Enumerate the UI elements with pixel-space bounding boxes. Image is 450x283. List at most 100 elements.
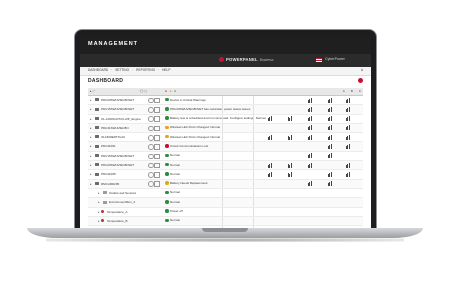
expand-arrow-icon[interactable]: ▸ — [90, 182, 92, 186]
column-divider — [222, 226, 223, 228]
select-checkbox[interactable] — [154, 144, 160, 150]
main-menu: DASHBOARD · SETTING · REPORTING · HELP A — [80, 67, 371, 76]
table-row[interactable]: ▸ OL-1000XLRT2U-ZIP_Engine Battery test is… — [88, 114, 363, 124]
header-icons: ◯ ▢ — [140, 89, 148, 93]
column-divider — [253, 142, 254, 151]
expand-arrow-icon[interactable]: ▸ — [90, 117, 92, 121]
power-icon[interactable] — [148, 172, 154, 178]
menu-right-action[interactable]: A — [361, 68, 363, 72]
device-name[interactable]: PDU20SWHVIEC8FNET — [101, 98, 134, 102]
device-name[interactable]: RMCARD205 — [101, 182, 119, 186]
column-divider — [222, 198, 223, 207]
expand-arrow-icon[interactable]: ▸ — [90, 135, 92, 139]
device-name[interactable]: EnvironmentMon_4 — [109, 200, 135, 204]
select-checkbox[interactable] — [154, 107, 160, 113]
column-b[interactable]: B — [351, 89, 353, 93]
status-text: Normal — [170, 190, 180, 195]
expand-arrow-icon[interactable]: ▸ — [98, 200, 100, 204]
expand-arrow-icon[interactable]: ▸ — [98, 191, 100, 195]
device-name[interactable]: Outlets and Sensors — [109, 191, 136, 195]
menu-item-3[interactable]: HELP — [162, 68, 170, 72]
device-name[interactable]: OL-1000XLRT2U-ZIP_Engine — [101, 117, 141, 121]
power-icon[interactable] — [148, 134, 154, 141]
table-row[interactable]: ▸ PDU15SWHVIEC8FNET Normal — [88, 151, 363, 162]
select-checkbox[interactable] — [154, 134, 160, 141]
table-row[interactable]: ▸ EnvironmentMon_4 Normal — [88, 198, 363, 208]
product-logo[interactable]: POWERPANEL Business — [219, 57, 273, 62]
table-row[interactable]: ▸ Temperature_A Power off — [88, 207, 363, 217]
expand-arrow-icon[interactable]: ▸ — [90, 107, 92, 111]
status-text: Device in Critical Warnings — [170, 97, 206, 102]
expand-arrow-icon[interactable]: ▸ — [98, 219, 100, 223]
menu-item-0[interactable]: DASHBOARD — [88, 68, 108, 72]
table-row[interactable]: ▸ OL1500ERTXL2U Wireless Hub Ports Changed… — [88, 133, 363, 143]
table-row[interactable]: ▸ Outlets and Sensors Normal — [88, 188, 363, 199]
table-row[interactable]: ▸ PDU41001 Circuit Communications Lost — [88, 142, 363, 152]
menu-item-1[interactable]: SETTING — [115, 68, 129, 72]
table-row[interactable]: ▸Humidity_ANormal — [88, 226, 363, 228]
us-flag-icon[interactable] — [316, 58, 322, 62]
device-name[interactable]: PDU20SWHVIEC8FNET — [101, 163, 134, 167]
power-icon[interactable] — [148, 116, 154, 122]
power-icon[interactable] — [148, 153, 154, 160]
power-icon[interactable] — [148, 125, 154, 132]
column-a[interactable]: A — [343, 89, 345, 93]
metric-bars-icon — [346, 116, 350, 122]
expand-arrow-icon[interactable]: ▸ — [90, 163, 92, 167]
select-checkbox[interactable] — [154, 181, 160, 188]
device-name[interactable]: PDU15SWHVIEC8FNET — [101, 107, 134, 111]
metric-bars-icon — [288, 116, 292, 122]
column-divider — [222, 123, 223, 133]
select-checkbox[interactable] — [154, 162, 160, 169]
column-divider — [222, 179, 223, 188]
table-row[interactable]: ▸ RMCARD205 Battery Needs Replacement — [88, 179, 363, 189]
device-name[interactable]: Temperature_B — [107, 219, 128, 223]
menu-item-2[interactable]: REPORTING — [136, 68, 155, 72]
status-cell: Battery Needs Replacement — [165, 181, 208, 185]
table-row[interactable]: ▸ PDU41SWHVIEC8N Wireless Hub Ports Change… — [88, 123, 363, 134]
power-icon[interactable] — [148, 107, 154, 113]
column-divider — [222, 207, 223, 216]
expand-arrow-icon[interactable]: ▸ — [90, 154, 92, 158]
expand-arrow-icon[interactable]: ▸ — [90, 98, 92, 102]
user-login[interactable]: CyberPower — [325, 57, 345, 61]
device-name[interactable]: PDU41005 — [101, 172, 116, 176]
power-icon[interactable] — [148, 144, 154, 150]
metric-bars-icon — [328, 97, 332, 103]
device-name[interactable]: PDU41001 — [101, 144, 116, 148]
status-cell: Normal — [165, 153, 180, 157]
metric-bars-icon — [308, 116, 312, 122]
table-row[interactable]: ▸ Temperature_B Normal — [88, 216, 363, 227]
device-name[interactable]: Temperature_A — [107, 210, 128, 214]
alert-icon[interactable] — [358, 78, 363, 83]
select-checkbox[interactable] — [154, 116, 160, 122]
select-checkbox[interactable] — [154, 125, 160, 132]
device-name[interactable]: PDU15SWHVIEC8FNET — [101, 154, 134, 158]
power-icon[interactable] — [148, 97, 154, 104]
device-name[interactable]: PDU41SWHVIEC8N — [101, 126, 129, 130]
power-icon[interactable] — [148, 181, 154, 188]
column-divider — [253, 161, 254, 170]
expand-arrow-icon[interactable]: ▸ — [90, 144, 92, 148]
product-edition: Business — [259, 57, 274, 62]
column-c[interactable]: C — [359, 89, 361, 93]
expand-arrow-icon[interactable]: ▸ — [90, 126, 92, 130]
device-name[interactable]: OL1500ERTXL2U — [101, 135, 125, 139]
table-row[interactable]: ▸ PDU20SWHVIEC8FNET Normal — [88, 161, 363, 171]
select-checkbox[interactable] — [154, 97, 160, 104]
expand-arrow-icon[interactable]: ▸ — [98, 210, 100, 214]
select-checkbox[interactable] — [154, 172, 160, 178]
status-cell: Power off — [165, 209, 183, 213]
expand-all-icon[interactable]: ▸ ⤢ — [90, 89, 95, 93]
metric-bars-icon — [308, 134, 312, 140]
power-icon[interactable] — [148, 162, 154, 169]
metric-bars-icon — [308, 106, 312, 112]
device-icon — [103, 200, 107, 204]
column-divider — [222, 151, 223, 161]
expand-arrow-icon[interactable]: ▸ — [90, 172, 92, 176]
table-row[interactable]: ▸ PDU15SWHVIEC8FNET PDU20SWHVIEC8FNET has … — [88, 105, 363, 115]
table-row[interactable]: ▸ PDU41005 Normal — [88, 170, 363, 180]
table-row[interactable]: ▸ PDU20SWHVIEC8FNET Device in Critical War… — [88, 96, 363, 106]
menu-items: DASHBOARD · SETTING · REPORTING · HELP — [88, 68, 170, 72]
select-checkbox[interactable] — [154, 153, 160, 160]
